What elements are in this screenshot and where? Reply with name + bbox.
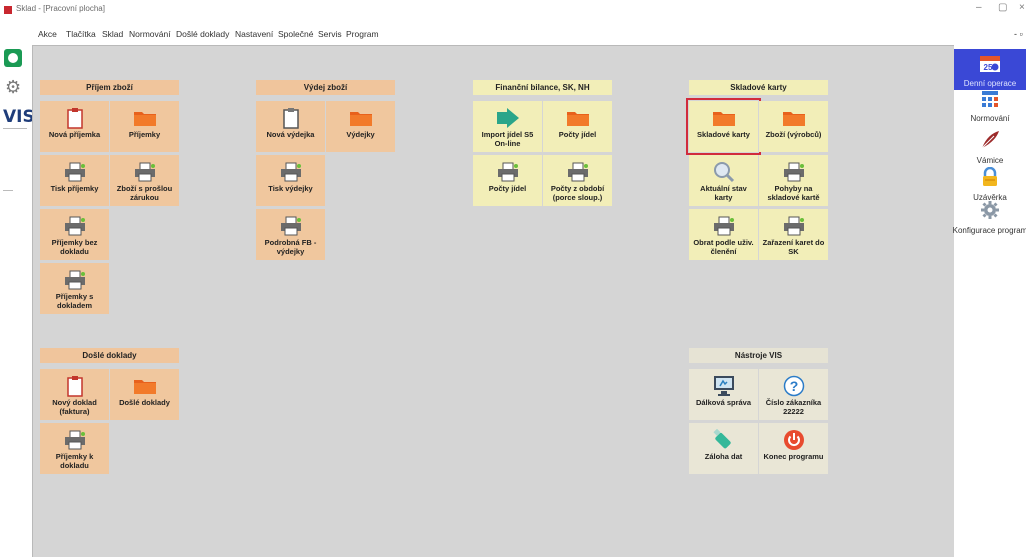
printer-icon bbox=[64, 268, 86, 292]
menu-bar: Akce Tlačítka Sklad Normování Došlé dokl… bbox=[0, 29, 1026, 43]
clipboard-icon bbox=[282, 106, 299, 130]
folder-icon bbox=[133, 374, 157, 398]
printer-icon bbox=[783, 160, 805, 184]
tile-prijemky-bez-dokladu[interactable]: Příjemky bez dokladu bbox=[40, 209, 109, 260]
tile-tisk-vydejky[interactable]: Tisk výdejky bbox=[256, 155, 325, 206]
divider bbox=[3, 190, 13, 191]
menu-normovani[interactable]: Normování bbox=[129, 29, 171, 39]
tile-zaloha-dat[interactable]: Záloha dat bbox=[689, 423, 758, 474]
tile-skladove-karty[interactable]: Skladové karty bbox=[686, 98, 761, 155]
printer-icon bbox=[64, 160, 86, 184]
sidebar-item-denni-operace[interactable]: 25 Denní operace bbox=[954, 49, 1026, 90]
window-title: Sklad - [Pracovní plocha] bbox=[16, 4, 105, 13]
folder-icon bbox=[566, 106, 590, 130]
sidebar-item-uzaverka[interactable]: Uzávěrka bbox=[954, 166, 1026, 202]
menu-nastaveni[interactable]: Nastavení bbox=[235, 29, 273, 39]
folder-icon bbox=[349, 106, 373, 130]
gears-icon[interactable]: ⚙ bbox=[5, 78, 21, 96]
workspace: Příjem zboží Nová příjemka Příjemky Tisk… bbox=[32, 45, 954, 557]
printer-icon bbox=[64, 428, 86, 452]
vis-logo[interactable]: VIS bbox=[3, 107, 35, 127]
printer-icon bbox=[134, 160, 156, 184]
menu-spolecne[interactable]: Společné bbox=[278, 29, 313, 39]
tile-pohyby-na-skladove-karte[interactable]: Pohyby na skladové kartě bbox=[759, 155, 828, 206]
printer-icon bbox=[783, 214, 805, 238]
mdi-minimize-icon[interactable]: - ▫ bbox=[1014, 29, 1023, 39]
tile-novy-doklad[interactable]: Nový doklad (faktura) bbox=[40, 369, 109, 420]
group-header-dosle: Došlé doklady bbox=[40, 348, 179, 363]
group-header-nastroje: Nástroje VIS bbox=[689, 348, 828, 363]
group-header-vydej: Výdej zboží bbox=[256, 80, 395, 95]
home-icon[interactable] bbox=[4, 49, 22, 67]
tile-aktualni-stav-karty[interactable]: Aktuální stav karty bbox=[689, 155, 758, 206]
clipboard-icon bbox=[66, 374, 83, 398]
tile-zbozi-vyrobcu[interactable]: Zboží (výrobců) bbox=[759, 101, 828, 152]
tile-nova-vydejka[interactable]: Nová výdejka bbox=[256, 101, 325, 152]
tile-pocty-z-obdobi[interactable]: Počty z období (porce sloup.) bbox=[543, 155, 612, 206]
arrow-right-icon bbox=[496, 106, 520, 130]
menu-servis[interactable]: Servis bbox=[318, 29, 342, 39]
minimize-icon[interactable]: – bbox=[976, 2, 982, 13]
title-bar: Sklad - [Pracovní plocha] – ▢ × bbox=[0, 0, 1026, 20]
close-icon[interactable]: × bbox=[1019, 2, 1025, 13]
tile-konec-programu[interactable]: Konec programu bbox=[759, 423, 828, 474]
feather-icon bbox=[980, 130, 1000, 155]
printer-icon bbox=[567, 160, 589, 184]
help-icon: ? bbox=[783, 374, 805, 398]
printer-icon bbox=[713, 214, 735, 238]
magnifier-icon bbox=[713, 160, 735, 184]
menu-dosle-doklady[interactable]: Došlé doklady bbox=[176, 29, 229, 39]
folder-icon bbox=[782, 106, 806, 130]
app-icon bbox=[4, 6, 12, 14]
tile-tisk-prijemky[interactable]: Tisk příjemky bbox=[40, 155, 109, 206]
left-toolbar: ⚙ VIS bbox=[0, 45, 35, 557]
tile-nova-prijemka[interactable]: Nová příjemka bbox=[40, 101, 109, 152]
menu-tlacitka[interactable]: Tlačítka bbox=[66, 29, 96, 39]
printer-icon bbox=[280, 214, 302, 238]
menu-sklad[interactable]: Sklad bbox=[102, 29, 123, 39]
calendar-icon: 25 bbox=[979, 53, 1001, 78]
calculator-icon bbox=[981, 90, 999, 113]
group-header-financni: Finanční bilance, SK, NH bbox=[473, 80, 612, 95]
printer-icon bbox=[280, 160, 302, 184]
maximize-icon[interactable]: ▢ bbox=[998, 2, 1007, 13]
clipboard-icon bbox=[66, 106, 83, 130]
group-header-skladove: Skladové karty bbox=[689, 80, 828, 95]
svg-text:?: ? bbox=[789, 378, 798, 394]
tile-vydejky[interactable]: Výdejky bbox=[326, 101, 395, 152]
tile-prijemky[interactable]: Příjemky bbox=[110, 101, 179, 152]
tile-prijemky-k-dokladu[interactable]: Příjemky k dokladu bbox=[40, 423, 109, 474]
group-header-prijem: Příjem zboží bbox=[40, 80, 179, 95]
menu-akce[interactable]: Akce bbox=[38, 29, 57, 39]
menu-program[interactable]: Program bbox=[346, 29, 379, 39]
tile-cislo-zakaznika[interactable]: ? Číslo zákazníka 22222 bbox=[759, 369, 828, 420]
printer-icon bbox=[64, 214, 86, 238]
usb-drive-icon bbox=[712, 428, 736, 452]
tile-obrat-podle-uziv-cleneni[interactable]: Obrat podle uživ. členění bbox=[689, 209, 758, 260]
tile-prijemky-s-dokladem[interactable]: Příjemky s dokladem bbox=[40, 263, 109, 314]
right-sidebar: 25 Denní operace Normování Vámice Uzávěr… bbox=[953, 45, 1026, 557]
sidebar-item-konfigurace[interactable]: Konfigurace program bbox=[953, 200, 1026, 235]
printer-icon bbox=[497, 160, 519, 184]
sidebar-item-vamice[interactable]: Vámice bbox=[954, 130, 1026, 165]
divider bbox=[3, 128, 27, 129]
tile-dalkova-sprava[interactable]: Dálková správa bbox=[689, 369, 758, 420]
tile-import-jidel[interactable]: Import jídel S5 On-line bbox=[473, 101, 542, 152]
folder-icon bbox=[133, 106, 157, 130]
folder-icon bbox=[712, 106, 736, 130]
tile-pocty-jidel-print[interactable]: Počty jídel bbox=[473, 155, 542, 206]
sidebar-item-normovani[interactable]: Normování bbox=[954, 90, 1026, 123]
gear-icon bbox=[980, 200, 1000, 225]
power-icon bbox=[783, 428, 805, 452]
tile-dosle-doklady[interactable]: Došlé doklady bbox=[110, 369, 179, 420]
tile-zarazeni-karet-do-sk[interactable]: Zařazení karet do SK bbox=[759, 209, 828, 260]
tile-zbozi-s-proslou-zarukou[interactable]: Zboží s prošlou zárukou bbox=[110, 155, 179, 206]
tile-podrobna-fb-vydejky[interactable]: Podrobná FB - výdejky bbox=[256, 209, 325, 260]
lock-icon bbox=[981, 166, 999, 192]
tile-pocty-jidel-folder[interactable]: Počty jídel bbox=[543, 101, 612, 152]
monitor-icon bbox=[712, 374, 736, 398]
